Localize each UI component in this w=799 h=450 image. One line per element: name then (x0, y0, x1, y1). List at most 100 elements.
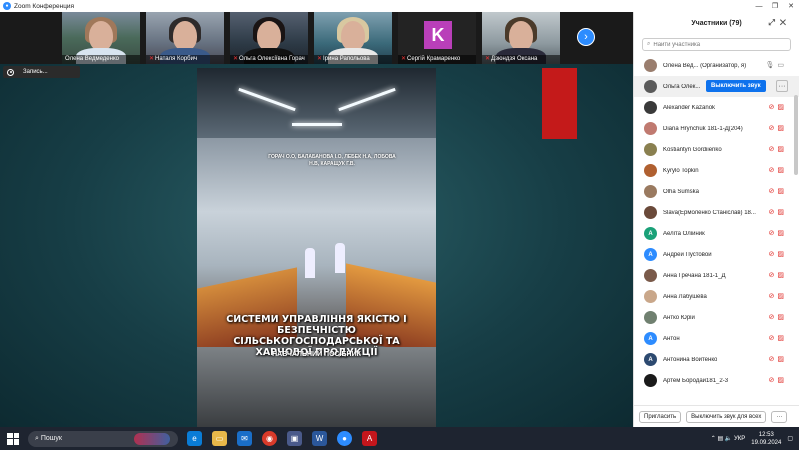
main-video-area: Олена Ведмеденко ✕Наталя Корбич ✕Ольга О… (0, 12, 633, 427)
video-off-icon[interactable]: ▨ (777, 335, 787, 342)
notifications-icon[interactable]: ▢ (787, 435, 793, 442)
taskbar-search[interactable]: ⌕ Пошук (28, 430, 178, 447)
avatar (644, 59, 657, 72)
participant-row[interactable]: Alexander Kazanok ⊘▨ (634, 97, 799, 118)
search-highlight-image (134, 432, 170, 445)
next-page-arrow-icon[interactable]: › (577, 28, 595, 46)
avatar: А (644, 227, 657, 240)
participant-initial-avatar: K (424, 21, 452, 49)
participant-search[interactable]: ⌕ (642, 38, 791, 51)
participant-row[interactable]: Kyrylo Topkin ⊘▨ (634, 160, 799, 181)
participant-name: Анна Гречана 181-1_Д (663, 272, 726, 279)
video-off-icon[interactable]: ▨ (777, 272, 787, 279)
word-icon[interactable]: W (312, 431, 327, 446)
video-tile[interactable]: ✕Ольга Олексіївна Горач (230, 12, 308, 64)
record-icon (7, 68, 14, 76)
video-off-icon[interactable]: ▨ (777, 251, 787, 258)
video-off-icon[interactable]: ▨ (777, 104, 787, 111)
video-off-icon[interactable]: ▨ (777, 293, 787, 300)
video-tile-name: Дзюндзя Оксана (491, 56, 538, 62)
video-tile-name: Сергій Крамаренко (407, 56, 461, 62)
video-tile[interactable]: ✕Дзюндзя Оксана (482, 12, 560, 64)
video-off-icon[interactable]: ▨ (777, 146, 787, 153)
language-indicator[interactable]: УКР (734, 436, 745, 442)
video-off-icon[interactable]: ▨ (777, 167, 787, 174)
participant-row[interactable]: Олена Вед... (Организатор, я) 🎙▭ (634, 55, 799, 76)
video-tile-name: Олена Ведмеденко (62, 55, 140, 64)
participant-name: Diana Hrynchuk 181-1-Д(204) (663, 125, 743, 132)
muted-mic-icon: ✕ (233, 56, 239, 62)
edge-icon[interactable]: e (187, 431, 202, 446)
participant-row[interactable]: А Антон ⊘▨ (634, 328, 799, 349)
video-tile[interactable]: K ✕Сергій Крамаренко (398, 12, 476, 64)
participant-name: Антко Юрій (663, 314, 695, 321)
participant-row[interactable]: А Аеліта Олійник ⊘▨ (634, 223, 799, 244)
participant-row[interactable]: А Антонина Войтенко ⊘▨ (634, 349, 799, 370)
video-off-icon[interactable]: ▨ (777, 314, 787, 321)
participant-row[interactable]: Артем Бородай181_2-3 ⊘▨ (634, 370, 799, 391)
participant-video-strip: Олена Ведмеденко ✕Наталя Корбич ✕Ольга О… (0, 12, 633, 64)
windows-start-icon[interactable] (7, 432, 19, 445)
video-tile[interactable]: Олена Ведмеденко (62, 12, 140, 64)
muted-mic-icon: ✕ (485, 56, 491, 62)
close-button[interactable]: ✕ (783, 2, 799, 10)
clock[interactable]: 12:53 19.09.2024 (751, 431, 781, 447)
panel-title: Участники (79) (691, 19, 742, 27)
close-icon[interactable]: ✕ (780, 18, 791, 27)
participant-row[interactable]: Антко Юрій ⊘▨ (634, 307, 799, 328)
acrobat-icon[interactable]: A (362, 431, 377, 446)
more-options-button[interactable]: ··· (771, 410, 788, 423)
windows-taskbar: ⌕ Пошук e ▭ ✉ ◉ ▣ W ● A ⌃ ▤ 🔈 УКР 12:53 … (0, 427, 799, 450)
book-authors: ГОРАЧ О.О, БАЛАБАНОВА І.О, ЛЕБЕК Н.А, ЛО… (268, 154, 396, 167)
mute-all-button[interactable]: Выключить звук для всех (686, 410, 767, 423)
invite-button[interactable]: Пригласить (639, 410, 682, 423)
participant-row[interactable]: А Андрей Пустовой ⊘▨ (634, 244, 799, 265)
panel-scrollbar[interactable] (794, 95, 798, 175)
clock-date: 19.09.2024 (751, 439, 782, 446)
avatar (644, 269, 657, 282)
popout-icon[interactable]: ⤢ (768, 18, 779, 27)
save-app-icon[interactable]: ▣ (287, 431, 302, 446)
zoom-taskbar-icon[interactable]: ● (337, 431, 352, 446)
more-options-button[interactable]: ··· (776, 80, 788, 92)
restore-button[interactable]: ❐ (767, 2, 783, 10)
volume-icon[interactable]: 🔈 (725, 435, 734, 442)
participant-row[interactable]: Diana Hrynchuk 181-1-Д(204) ⊘▨ (634, 118, 799, 139)
avatar (644, 143, 657, 156)
participant-name: Ольга Олек... (663, 83, 701, 90)
mail-icon[interactable]: ✉ (237, 431, 252, 446)
panel-footer: Пригласить Выключить звук для всех ··· (634, 405, 799, 427)
video-off-icon[interactable]: ▨ (777, 356, 787, 363)
participant-row[interactable]: Slava(Ермоленко Станіслав) 18... ⊘▨ (634, 202, 799, 223)
participant-name: Антон (663, 335, 680, 342)
shared-screen-book-cover: ГОРАЧ О.О, БАЛАБАНОВА І.О, ЛЕБЕК Н.А, ЛО… (197, 68, 436, 427)
network-icon[interactable]: ▤ (718, 435, 725, 442)
participant-name: Андрей Пустовой (663, 251, 712, 258)
avatar (644, 206, 657, 219)
avatar: А (644, 353, 657, 366)
video-off-icon[interactable]: ▨ (777, 188, 787, 195)
mute-participant-button[interactable]: Выключить звук (706, 80, 766, 92)
video-tile[interactable]: ✕Ірина Рапольова (314, 12, 392, 64)
mic-icon[interactable]: 🎙 (765, 62, 777, 69)
video-off-icon[interactable]: ▨ (777, 209, 787, 216)
participant-row[interactable]: Kostiantyn Gordiienko ⊘▨ (634, 139, 799, 160)
minimize-button[interactable]: — (751, 3, 767, 10)
recording-indicator[interactable]: Запись... (3, 66, 80, 78)
taskbar-search-label: Пошук (40, 435, 62, 442)
chrome-icon[interactable]: ◉ (262, 431, 277, 446)
video-off-icon[interactable]: ▨ (777, 230, 787, 237)
participant-row[interactable]: Ольга Олек... Выключить звук ··· (634, 76, 799, 97)
video-off-icon[interactable]: ▨ (777, 377, 787, 384)
tray-up-arrow-icon[interactable]: ⌃ (711, 435, 718, 442)
participant-row[interactable]: Olha Sumska ⊘▨ (634, 181, 799, 202)
search-input[interactable] (653, 41, 774, 48)
file-explorer-icon[interactable]: ▭ (212, 431, 227, 446)
video-icon[interactable]: ▭ (777, 62, 787, 69)
participant-row[interactable]: Анна Лабушева ⊘▨ (634, 286, 799, 307)
video-off-icon[interactable]: ▨ (777, 125, 787, 132)
participant-row[interactable]: Анна Гречана 181-1_Д ⊘▨ (634, 265, 799, 286)
video-tile[interactable]: ✕Наталя Корбич (146, 12, 224, 64)
search-icon: ⌕ (647, 41, 651, 47)
participant-name: Олена Вед... (Организатор, я) (663, 62, 747, 69)
